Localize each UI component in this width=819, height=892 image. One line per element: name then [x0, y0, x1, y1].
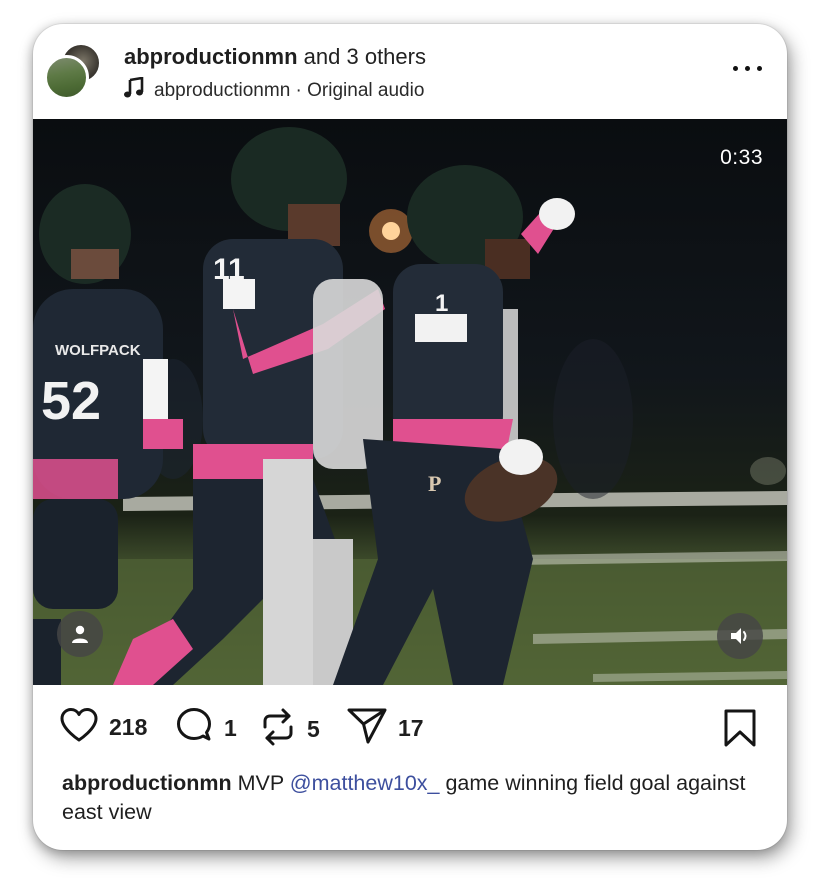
author-name[interactable]: abproductionmn — [124, 44, 298, 69]
heart-icon — [59, 707, 99, 748]
coauthors-text[interactable]: and 3 others — [304, 44, 426, 69]
repost-icon — [259, 707, 297, 752]
post-caption: abproductionmn MVP @matthew10x_ game win… — [62, 769, 762, 827]
repost-button[interactable]: 5 — [259, 707, 320, 752]
svg-text:P: P — [428, 471, 441, 496]
audio-line[interactable]: abproductionmn · Original audio — [124, 76, 425, 105]
caption-text-before: MVP — [237, 771, 284, 795]
more-options-icon[interactable] — [731, 58, 765, 78]
caption-author[interactable]: abproductionmn — [62, 771, 232, 795]
author-avatar[interactable] — [44, 55, 89, 100]
user-icon[interactable] — [57, 611, 103, 657]
post-card: abproductionmn and 3 others abproduction… — [33, 24, 787, 850]
video-player[interactable]: WOLFPACK 52 11 1 P 0:33 — [33, 119, 787, 685]
shares-count: 17 — [398, 715, 424, 741]
post-title: abproductionmn and 3 others — [124, 44, 426, 70]
reposts-count: 5 — [307, 716, 320, 742]
caption-mention[interactable]: @matthew10x_ — [290, 771, 440, 795]
audio-author: abproductionmn — [154, 80, 291, 101]
speaker-icon[interactable] — [717, 613, 763, 659]
post-header: abproductionmn and 3 others abproduction… — [33, 24, 787, 119]
comment-icon — [174, 707, 214, 750]
like-button[interactable]: 218 — [59, 707, 147, 748]
bookmark-icon[interactable] — [722, 708, 758, 753]
music-note-icon — [124, 76, 144, 105]
video-duration: 0:33 — [720, 146, 763, 169]
jersey-1: 1 — [435, 290, 448, 317]
svg-text:WOLFPACK: WOLFPACK — [55, 342, 141, 359]
comments-count: 1 — [224, 715, 237, 741]
jersey-52: 52 — [41, 371, 101, 431]
audio-label: Original audio — [307, 80, 425, 101]
video-frame: WOLFPACK 52 11 1 P — [33, 127, 787, 685]
share-button[interactable]: 17 — [346, 707, 424, 750]
comment-button[interactable]: 1 — [174, 707, 237, 750]
likes-count: 218 — [109, 714, 148, 740]
audio-separator: · — [295, 80, 302, 101]
action-bar: 218 1 5 17 — [33, 685, 787, 775]
share-icon — [346, 707, 388, 750]
